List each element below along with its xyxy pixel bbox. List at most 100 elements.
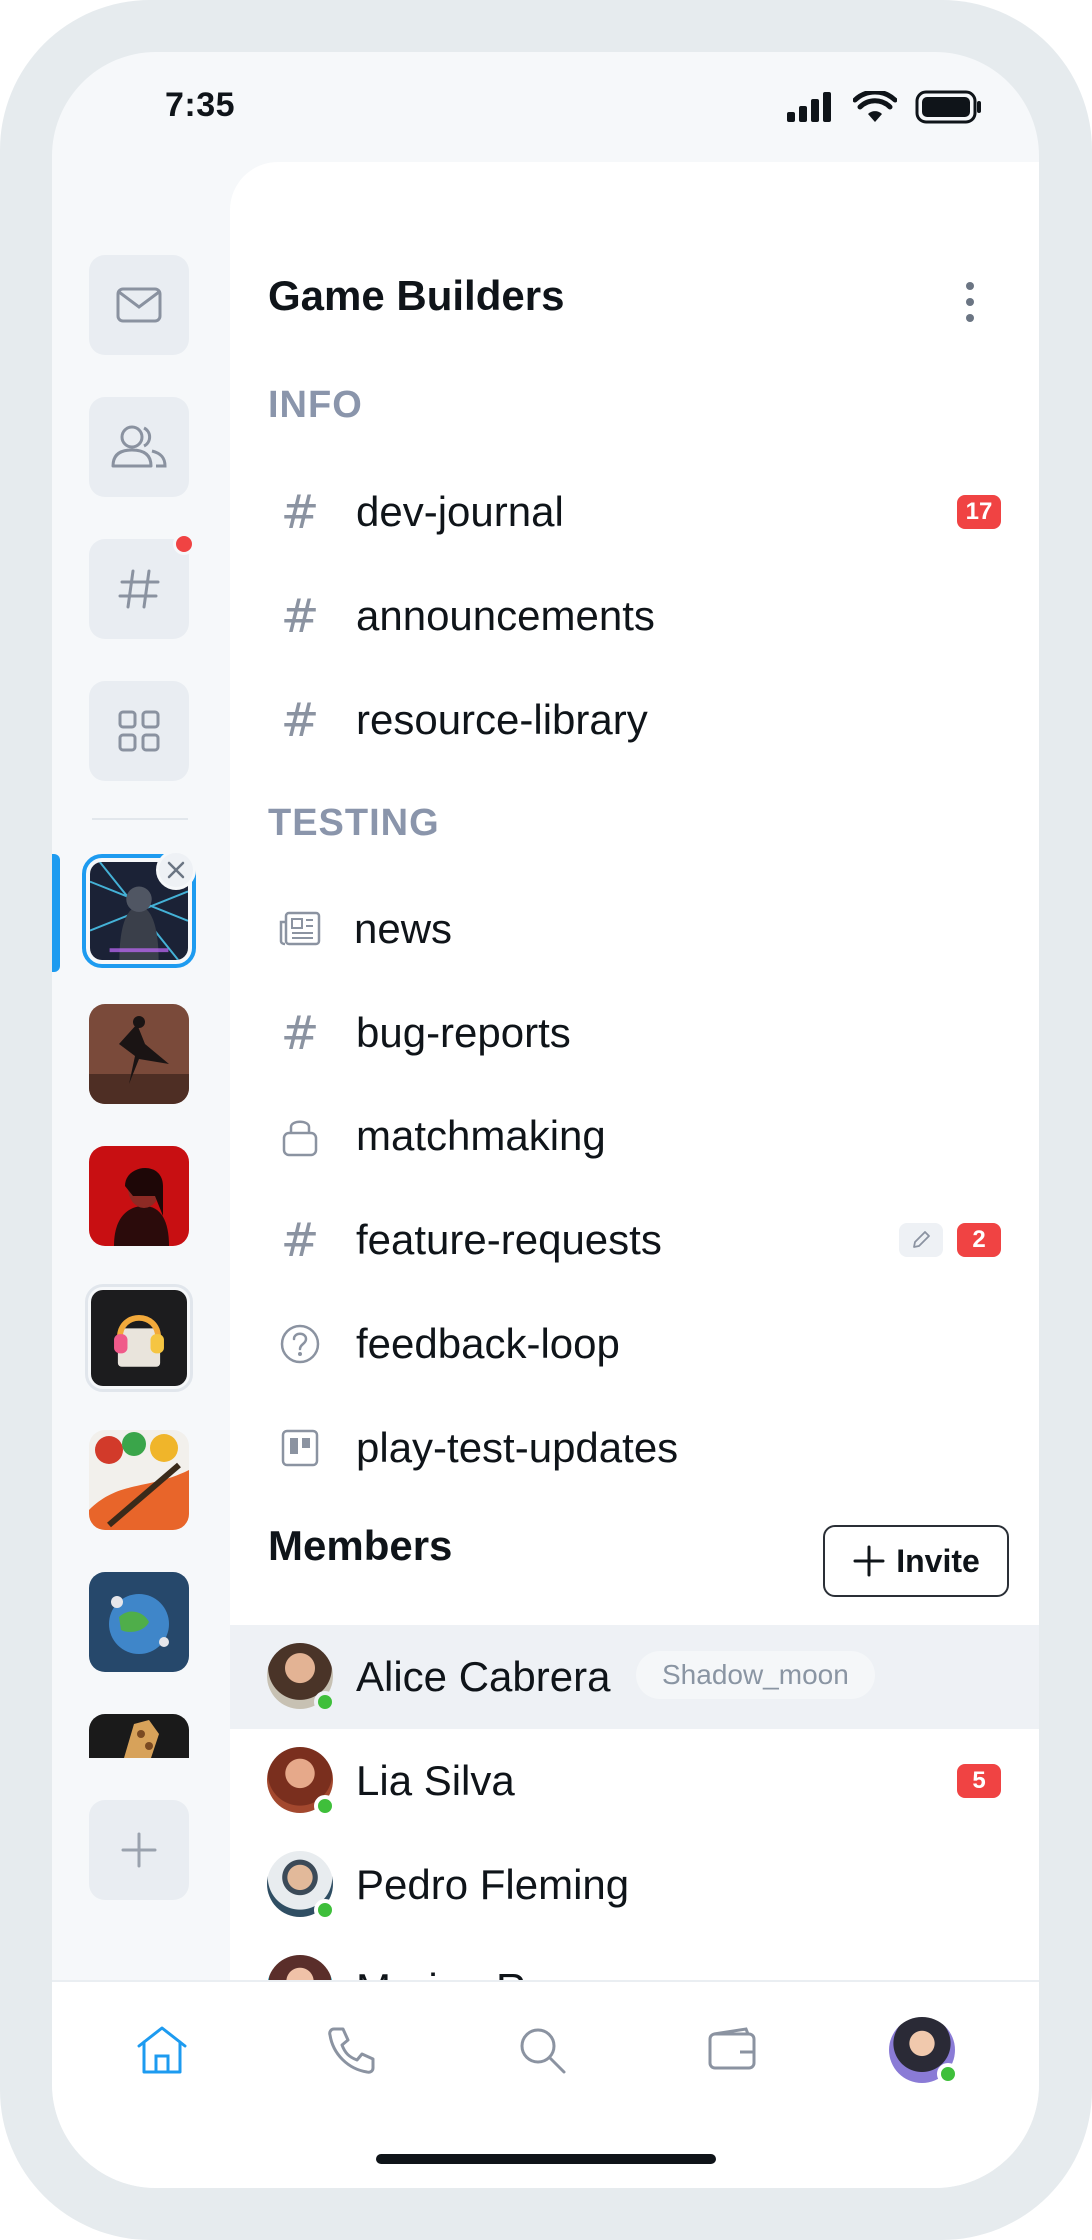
- server-red-portrait[interactable]: [89, 1146, 189, 1246]
- server-icon-image: [89, 1714, 189, 1758]
- server-painting[interactable]: [89, 1430, 189, 1530]
- server-giraffe[interactable]: [89, 1714, 189, 1758]
- apps-button[interactable]: [89, 681, 189, 781]
- channel-panel: Game Builders INFO # dev-journal 17 # an…: [230, 162, 1039, 1982]
- server-title: Game Builders: [268, 272, 565, 319]
- server-icon-image: [89, 1430, 189, 1530]
- member-name: Pedro Fleming: [356, 1861, 630, 1908]
- member-name: Lia Silva: [356, 1757, 515, 1804]
- hash-icon: #: [280, 693, 320, 747]
- channel-label: bug-reports: [356, 1009, 571, 1056]
- channel-bug-reports[interactable]: # bug-reports: [230, 983, 1039, 1083]
- server-dance[interactable]: [89, 1004, 189, 1104]
- member-tag: Shadow_moon: [636, 1651, 875, 1699]
- channel-label: feature-requests: [356, 1216, 662, 1263]
- section-header-testing: TESTING: [268, 802, 440, 844]
- users-icon: [111, 425, 167, 468]
- avatar: [889, 2017, 959, 2085]
- channel-label: resource-library: [356, 696, 648, 743]
- home-indicator: [376, 2154, 716, 2164]
- channels-button[interactable]: [89, 533, 195, 639]
- channel-label: announcements: [356, 592, 655, 639]
- board-icon: [270, 1418, 330, 1478]
- member-row[interactable]: Pedro Fleming: [230, 1833, 1039, 1937]
- online-indicator: [314, 1795, 336, 1817]
- phone-frame: 7:35 Game Builders INFO # dev-journal 17…: [0, 0, 1092, 2240]
- newspaper-icon: [270, 899, 330, 959]
- grid-icon: [118, 710, 160, 752]
- server-icon-image: [89, 1004, 189, 1104]
- status-time: 7:35: [165, 86, 236, 124]
- server-rail: [52, 162, 230, 1982]
- member-name: Alice Cabrera: [356, 1653, 611, 1700]
- notification-dot: [173, 533, 195, 555]
- hash-icon: #: [280, 1006, 320, 1060]
- server-headphones[interactable]: [85, 1284, 193, 1392]
- plus-icon: [121, 1832, 157, 1868]
- channel-matchmaking[interactable]: matchmaking: [230, 1086, 1039, 1186]
- channel-label: news: [354, 905, 453, 952]
- unread-badge: 17: [957, 495, 1001, 529]
- search-tab[interactable]: [502, 2010, 582, 2090]
- server-icon-image: [89, 1572, 189, 1672]
- members-header: Members: [268, 1522, 453, 1569]
- calls-tab[interactable]: [312, 2010, 392, 2090]
- server-planet[interactable]: [89, 1572, 189, 1672]
- profile-tab[interactable]: [882, 2010, 962, 2090]
- invite-label: Invite: [896, 1542, 980, 1579]
- invite-button[interactable]: Invite: [823, 1525, 1009, 1597]
- unread-badge: 5: [957, 1764, 1001, 1798]
- channel-label: dev-journal: [356, 488, 564, 535]
- lock-icon: [270, 1106, 330, 1166]
- member-row[interactable]: Lia Silva 5: [230, 1729, 1039, 1833]
- section-header-info: INFO: [268, 384, 363, 426]
- wifi-icon: [852, 89, 898, 128]
- channel-label: feedback-loop: [356, 1320, 620, 1367]
- channel-dev-journal[interactable]: # dev-journal 17: [230, 462, 1039, 562]
- channel-resource-library[interactable]: # resource-library: [230, 670, 1039, 770]
- member-row[interactable]: Marina Roman: [230, 1937, 1039, 1982]
- channel-announcements[interactable]: # announcements: [230, 566, 1039, 666]
- wallet-icon: [708, 2027, 756, 2070]
- signal-icon: [787, 92, 835, 127]
- phone-icon: [328, 2027, 375, 2074]
- status-icons: [787, 89, 983, 129]
- server-icon-image: [91, 1290, 187, 1386]
- online-indicator: [937, 2063, 959, 2085]
- rail-divider: [92, 818, 188, 820]
- channel-feedback-loop[interactable]: feedback-loop: [230, 1294, 1039, 1394]
- wallet-tab[interactable]: [692, 2010, 772, 2090]
- screen: 7:35 Game Builders INFO # dev-journal 17…: [52, 52, 1039, 2188]
- channel-label: play-test-updates: [356, 1424, 679, 1471]
- online-indicator: [314, 1899, 336, 1921]
- question-circle-icon: [270, 1314, 330, 1374]
- pencil-icon: [899, 1223, 943, 1257]
- mail-icon: [116, 287, 162, 323]
- channel-feature-requests[interactable]: # feature-requests 2: [230, 1190, 1039, 1290]
- online-indicator: [314, 1691, 336, 1713]
- hash-icon: [118, 569, 160, 609]
- add-server-button[interactable]: [89, 1800, 189, 1900]
- friends-button[interactable]: [89, 397, 189, 497]
- more-options-icon[interactable]: [950, 272, 990, 332]
- server-game-builders[interactable]: [82, 850, 196, 968]
- channel-label: matchmaking: [356, 1112, 606, 1159]
- home-tab[interactable]: [122, 2010, 202, 2090]
- channel-play-test-updates[interactable]: play-test-updates: [230, 1398, 1039, 1498]
- status-bar: 7:35: [52, 52, 1039, 162]
- active-server-indicator: [52, 854, 60, 972]
- home-icon: [137, 2026, 187, 2074]
- server-icon-image: [89, 1146, 189, 1246]
- unread-badge: 2: [957, 1223, 1001, 1257]
- search-icon: [520, 2028, 566, 2074]
- hash-icon: #: [280, 485, 320, 539]
- hash-icon: #: [280, 589, 320, 643]
- hash-icon: #: [280, 1213, 320, 1267]
- avatar: [267, 1955, 333, 1982]
- member-row[interactable]: Alice Cabrera Shadow_moon: [230, 1625, 1039, 1729]
- close-icon[interactable]: [156, 850, 196, 890]
- plus-icon: [853, 1545, 885, 1577]
- channel-news[interactable]: news: [230, 879, 1039, 979]
- inbox-button[interactable]: [89, 255, 189, 355]
- battery-icon: [915, 90, 983, 129]
